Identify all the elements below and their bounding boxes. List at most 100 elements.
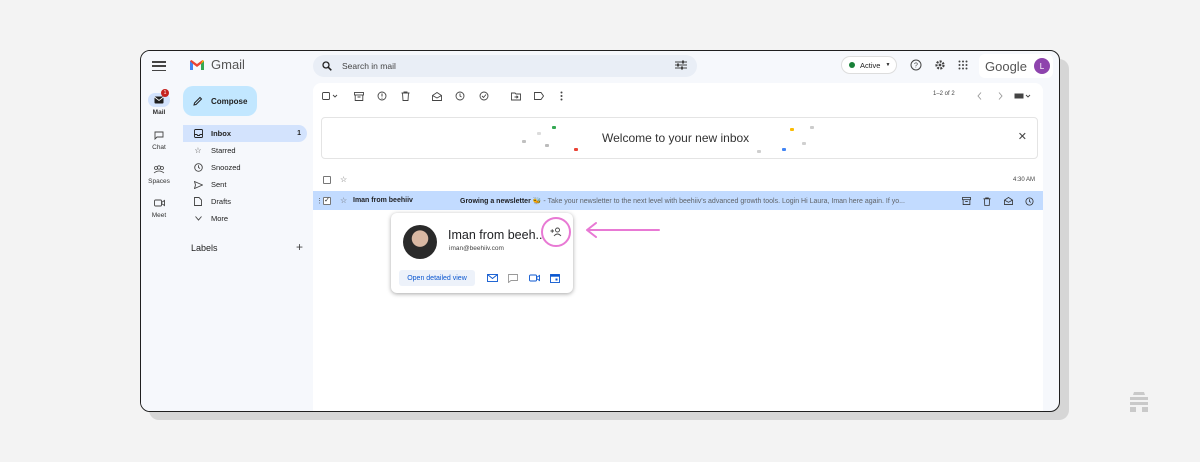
add-person-icon: [550, 227, 562, 237]
add-contact-button[interactable]: [541, 217, 571, 247]
email-row[interactable]: ☆ 4:30 AM: [313, 170, 1043, 189]
chevron-down-icon: [193, 214, 203, 224]
google-wordmark: Google: [985, 58, 1027, 74]
avatar[interactable]: L: [1033, 58, 1050, 74]
contact-photo: [403, 225, 437, 259]
welcome-banner: Welcome to your new inbox ✕: [321, 117, 1038, 159]
compose-button[interactable]: Compose: [183, 86, 257, 116]
meet-icon: [148, 196, 170, 210]
email-subject: Growing a newsletter 🐝: [460, 197, 542, 205]
pencil-icon: [193, 96, 203, 106]
rail-label-mail: Mail: [152, 109, 166, 116]
open-detailed-view-button[interactable]: Open detailed view: [399, 270, 475, 286]
sidebar-item-snoozed[interactable]: Snoozed: [183, 159, 307, 176]
chat-icon: [148, 128, 170, 142]
move-to-icon[interactable]: [510, 90, 522, 102]
clock-icon: [193, 163, 203, 173]
select-all-checkbox[interactable]: [321, 90, 341, 102]
mail-badge: 1: [161, 89, 169, 97]
sidebar-item-more[interactable]: More: [183, 210, 307, 227]
email-icon[interactable]: [486, 273, 498, 283]
annotation-arrow-icon: [586, 222, 660, 238]
close-icon[interactable]: ✕: [1018, 130, 1027, 143]
rail-item-mail[interactable]: 1 Mail: [141, 89, 177, 116]
confetti-piece: [782, 148, 786, 151]
welcome-text: Welcome to your new inbox: [602, 131, 750, 145]
report-spam-icon[interactable]: [376, 90, 388, 102]
sidebar-nav: Inbox 1 ☆ Starred Snoozed Sent Drafts Mo…: [183, 125, 307, 227]
spaces-icon: [148, 162, 170, 176]
contact-hover-card: Iman from beeh... iman@beehiiv.com Open …: [391, 213, 573, 293]
star-icon[interactable]: ☆: [340, 196, 347, 205]
confetti-piece: [802, 142, 806, 145]
sidebar-item-label: Drafts: [211, 197, 232, 206]
chat-icon[interactable]: [507, 273, 519, 283]
labels-heading: Labels: [191, 243, 218, 253]
confetti-piece: [522, 140, 526, 143]
star-icon: ☆: [194, 146, 202, 155]
rail-item-spaces[interactable]: Spaces: [141, 162, 177, 185]
mark-as-read-icon[interactable]: [1003, 196, 1013, 206]
sidebar-item-sent[interactable]: Sent: [183, 176, 307, 193]
contact-name: Iman from beeh...: [448, 228, 546, 242]
input-tools-icon[interactable]: [1013, 90, 1033, 102]
snooze-icon[interactable]: [454, 90, 466, 102]
email-snippet: - Take your newsletter to the next level…: [541, 197, 905, 205]
chevron-left-icon[interactable]: [973, 90, 985, 102]
add-to-tasks-icon[interactable]: [478, 90, 490, 102]
star-icon[interactable]: ☆: [340, 175, 347, 184]
snooze-icon[interactable]: [1024, 196, 1034, 206]
row-checkbox-checked[interactable]: ✓: [323, 196, 331, 205]
status-dropdown[interactable]: Active ▼: [841, 56, 897, 74]
confetti-piece: [574, 148, 578, 151]
draft-icon: [193, 197, 203, 207]
delete-icon[interactable]: [982, 196, 992, 206]
mark-as-read-icon[interactable]: [431, 90, 443, 102]
search-input[interactable]: Search in mail: [342, 61, 396, 71]
sidebar-item-label: Sent: [211, 180, 227, 189]
chevron-right-icon[interactable]: [994, 90, 1006, 102]
rail-item-chat[interactable]: Chat: [141, 128, 177, 151]
main-menu-icon[interactable]: [150, 59, 168, 73]
sidebar-item-starred[interactable]: ☆ Starred: [183, 142, 307, 159]
settings-gear-icon[interactable]: [934, 59, 946, 71]
add-label-button[interactable]: +: [296, 241, 303, 253]
sidebar-item-label: Starred: [211, 146, 236, 155]
delete-icon[interactable]: [399, 90, 411, 102]
inbox-icon: [193, 129, 203, 139]
rail-item-meet[interactable]: Meet: [141, 196, 177, 219]
search-bar[interactable]: Search in mail: [313, 55, 697, 77]
row-checkbox[interactable]: [323, 175, 331, 184]
confetti-piece: [537, 132, 541, 135]
sidebar-item-label: More: [211, 214, 229, 223]
label-icon[interactable]: [533, 90, 545, 102]
gmail-logo[interactable]: Gmail: [189, 57, 245, 72]
rail-label-meet: Meet: [151, 212, 167, 219]
confetti-piece: [552, 126, 556, 129]
rail-label-chat: Chat: [152, 144, 166, 151]
gmail-wordmark: Gmail: [211, 57, 245, 72]
contact-email: iman@beehiiv.com: [449, 245, 504, 252]
rail-label-spaces: Spaces: [148, 178, 170, 185]
status-dot: [849, 62, 855, 68]
sidebar-item-inbox[interactable]: Inbox 1: [183, 125, 307, 142]
search-icon: [322, 61, 332, 71]
calendar-icon[interactable]: [549, 273, 561, 283]
apps-grid-icon[interactable]: [957, 59, 969, 71]
sidebar-item-label: Inbox: [211, 129, 231, 138]
video-call-icon[interactable]: [528, 273, 540, 283]
caret-down-icon: ▼: [885, 62, 891, 68]
sidebar-item-label: Snoozed: [211, 163, 241, 172]
confetti-piece: [790, 128, 794, 131]
svg-text:?: ?: [914, 63, 918, 70]
more-vert-icon[interactable]: [555, 90, 567, 102]
confetti-piece: [757, 150, 761, 153]
archive-icon[interactable]: [353, 90, 365, 102]
sidebar: Gmail Compose Inbox 1 ☆ Starred Snoozed …: [177, 51, 313, 411]
email-row-selected[interactable]: ⋮⋮ ✓ ☆ Iman from beehiiv Growing a newsl…: [313, 191, 1043, 210]
archive-icon[interactable]: [961, 196, 971, 206]
help-icon[interactable]: ?: [910, 59, 922, 71]
search-options-icon[interactable]: [675, 60, 687, 72]
sidebar-item-drafts[interactable]: Drafts: [183, 193, 307, 210]
confetti-piece: [810, 126, 814, 129]
